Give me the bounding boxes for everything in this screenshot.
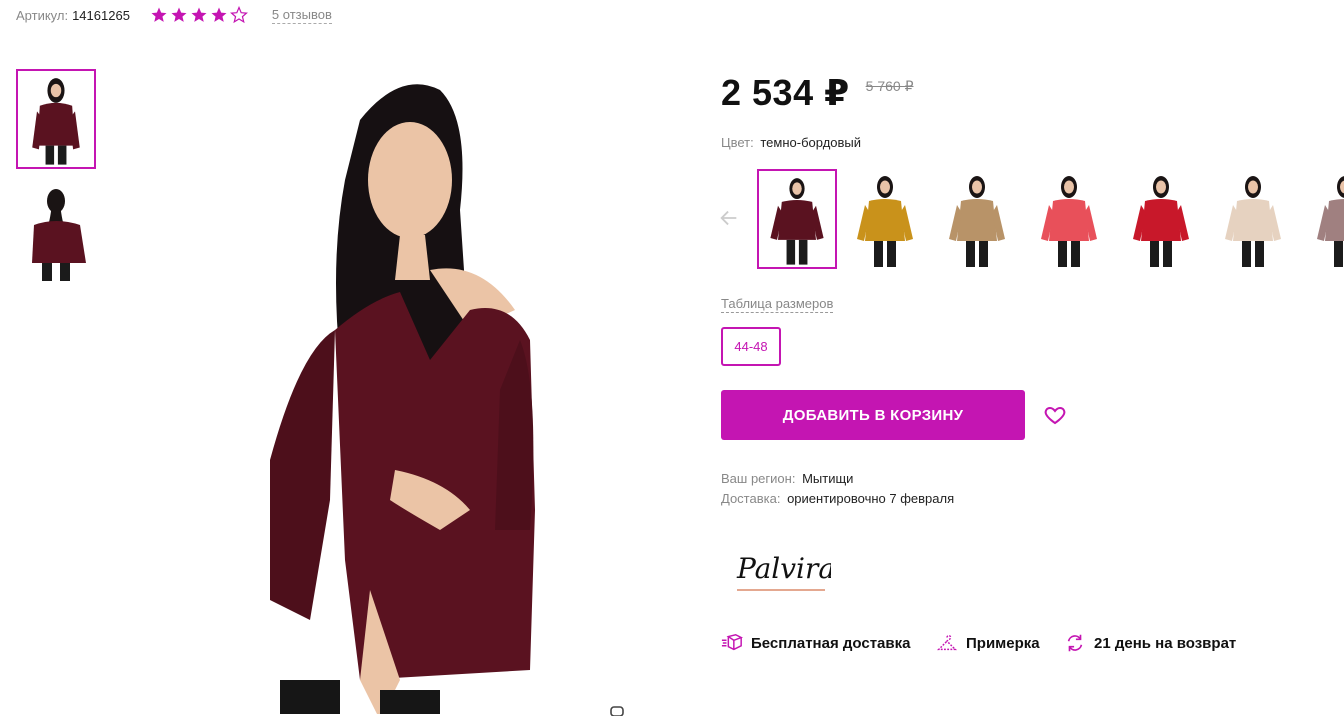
hanger-icon [936, 634, 958, 651]
brand-logo[interactable]: Palvira [731, 540, 831, 596]
delivery-value: ориентировочно 7 февраля [787, 491, 955, 506]
feature-fitting[interactable]: Примерка [936, 632, 1040, 654]
region-value[interactable]: Мытищи [802, 471, 853, 486]
color-swatch[interactable] [1029, 169, 1109, 269]
color-value: темно-бордовый [760, 135, 862, 150]
return-icon [1067, 634, 1083, 652]
model-photo-icon [857, 176, 913, 267]
color-swatch[interactable] [1121, 169, 1201, 269]
reviews-link[interactable]: 5 отзывов [271, 7, 332, 24]
rating-stars [150, 6, 248, 24]
current-price: 2 534 ₽ [721, 72, 850, 113]
color-label: Цвет: [721, 135, 754, 150]
feature-label: Примерка [966, 634, 1040, 652]
svg-text:Palvira: Palvira [736, 552, 831, 585]
feature-free-delivery[interactable]: Бесплатная доставка [721, 632, 910, 654]
add-to-cart-button[interactable]: ДОБАВИТЬ В КОРЗИНУ [721, 390, 1025, 440]
heart-icon[interactable] [1043, 403, 1067, 427]
sku-label: Артикул: [16, 7, 69, 23]
star-empty-icon [229, 6, 248, 24]
delivery-label: Доставка: [721, 491, 781, 506]
zoom-icon[interactable] [610, 706, 624, 716]
model-photo-icon [32, 78, 80, 165]
delivery-info: Доставка: ориентировочно 7 февраля [721, 491, 954, 506]
color-info: Цвет: темно-бордовый [721, 135, 861, 150]
region-info: Ваш регион: Мытищи [721, 471, 853, 486]
gallery-thumbnail-front[interactable] [16, 69, 96, 169]
color-swatch[interactable] [1305, 169, 1344, 269]
price-block: 2 534 ₽ 5 760 ₽ [721, 72, 913, 114]
region-label: Ваш регион: [721, 471, 796, 486]
color-swatch[interactable] [1213, 169, 1293, 269]
star-filled-icon [211, 7, 227, 22]
arrow-left-icon[interactable] [718, 207, 740, 229]
size-table-link[interactable]: Таблица размеров [721, 295, 834, 313]
sku-value: 14161265 [72, 7, 130, 23]
color-swatch[interactable] [757, 169, 837, 269]
model-photo-icon [32, 189, 86, 281]
star-filled-icon [151, 7, 167, 22]
gallery-thumbnail-back[interactable] [16, 183, 96, 283]
main-product-photo[interactable] [230, 60, 630, 719]
old-price: 5 760 ₽ [865, 78, 914, 94]
product-meta-bar: Артикул: 14161265 5 отзывов [16, 6, 332, 24]
model-photo-icon [949, 176, 1005, 267]
box-icon [721, 633, 743, 651]
color-swatch[interactable] [937, 169, 1017, 269]
model-photo-icon [1317, 176, 1344, 267]
model-photo-icon [1225, 176, 1281, 267]
color-swatch[interactable] [845, 169, 925, 269]
model-photo-icon [270, 84, 535, 719]
star-filled-icon [171, 7, 187, 22]
feature-return[interactable]: 21 день на возврат [1064, 632, 1236, 654]
model-photo-icon [1041, 176, 1097, 267]
star-filled-icon [191, 7, 207, 22]
model-photo-icon [1133, 176, 1189, 267]
feature-label: Бесплатная доставка [751, 634, 911, 652]
size-option[interactable]: 44-48 [721, 327, 781, 366]
model-photo-icon [770, 178, 824, 265]
feature-label: 21 день на возврат [1094, 634, 1237, 652]
